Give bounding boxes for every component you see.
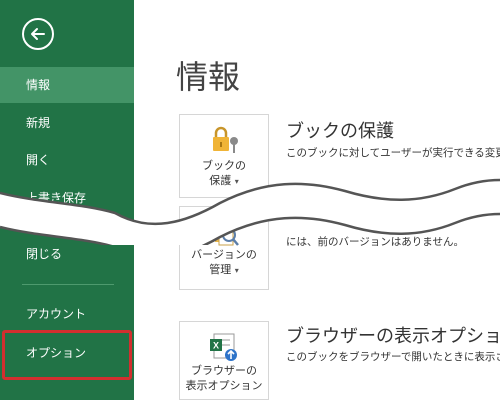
page-title: 情報 (176, 58, 241, 96)
versions-label-line2: 管理 (209, 263, 232, 276)
options-highlight-box (2, 330, 132, 380)
chevron-down-icon: ▾ (234, 266, 239, 275)
versions-label-line2-wrap: 管理 ▾ (180, 263, 268, 278)
svg-text:X: X (213, 341, 219, 351)
browser-label-line2: 表示オプション (185, 379, 263, 392)
nav-item-open[interactable]: 開く (0, 142, 134, 178)
nav-item-info[interactable]: 情報 (0, 67, 134, 103)
browser-label-line1: ブラウザーの (191, 364, 257, 377)
lock-key-icon (213, 126, 238, 153)
protect-label-line1: ブックの (202, 159, 246, 172)
protect-description: このブックに対してユーザーが実行できる変更の (286, 147, 500, 159)
protect-heading: ブックの保護 (286, 121, 394, 142)
nav-item-account[interactable]: アカウント (0, 296, 134, 332)
wavy-cut-separator (0, 178, 500, 245)
back-arrow-icon (31, 28, 45, 40)
nav-separator (22, 284, 114, 285)
nav-item-new[interactable]: 新規 (0, 105, 134, 141)
browser-view-options-button[interactable]: X ブラウザーの 表示オプション (179, 321, 269, 400)
excel-browser-icon: X (210, 333, 237, 361)
browser-description: このブックをブラウザーで開いたときに表示さ (286, 351, 500, 363)
versions-label-line1: バージョンの (191, 248, 257, 261)
browser-heading: ブラウザーの表示オプション (286, 326, 500, 347)
back-button[interactable] (22, 18, 54, 50)
